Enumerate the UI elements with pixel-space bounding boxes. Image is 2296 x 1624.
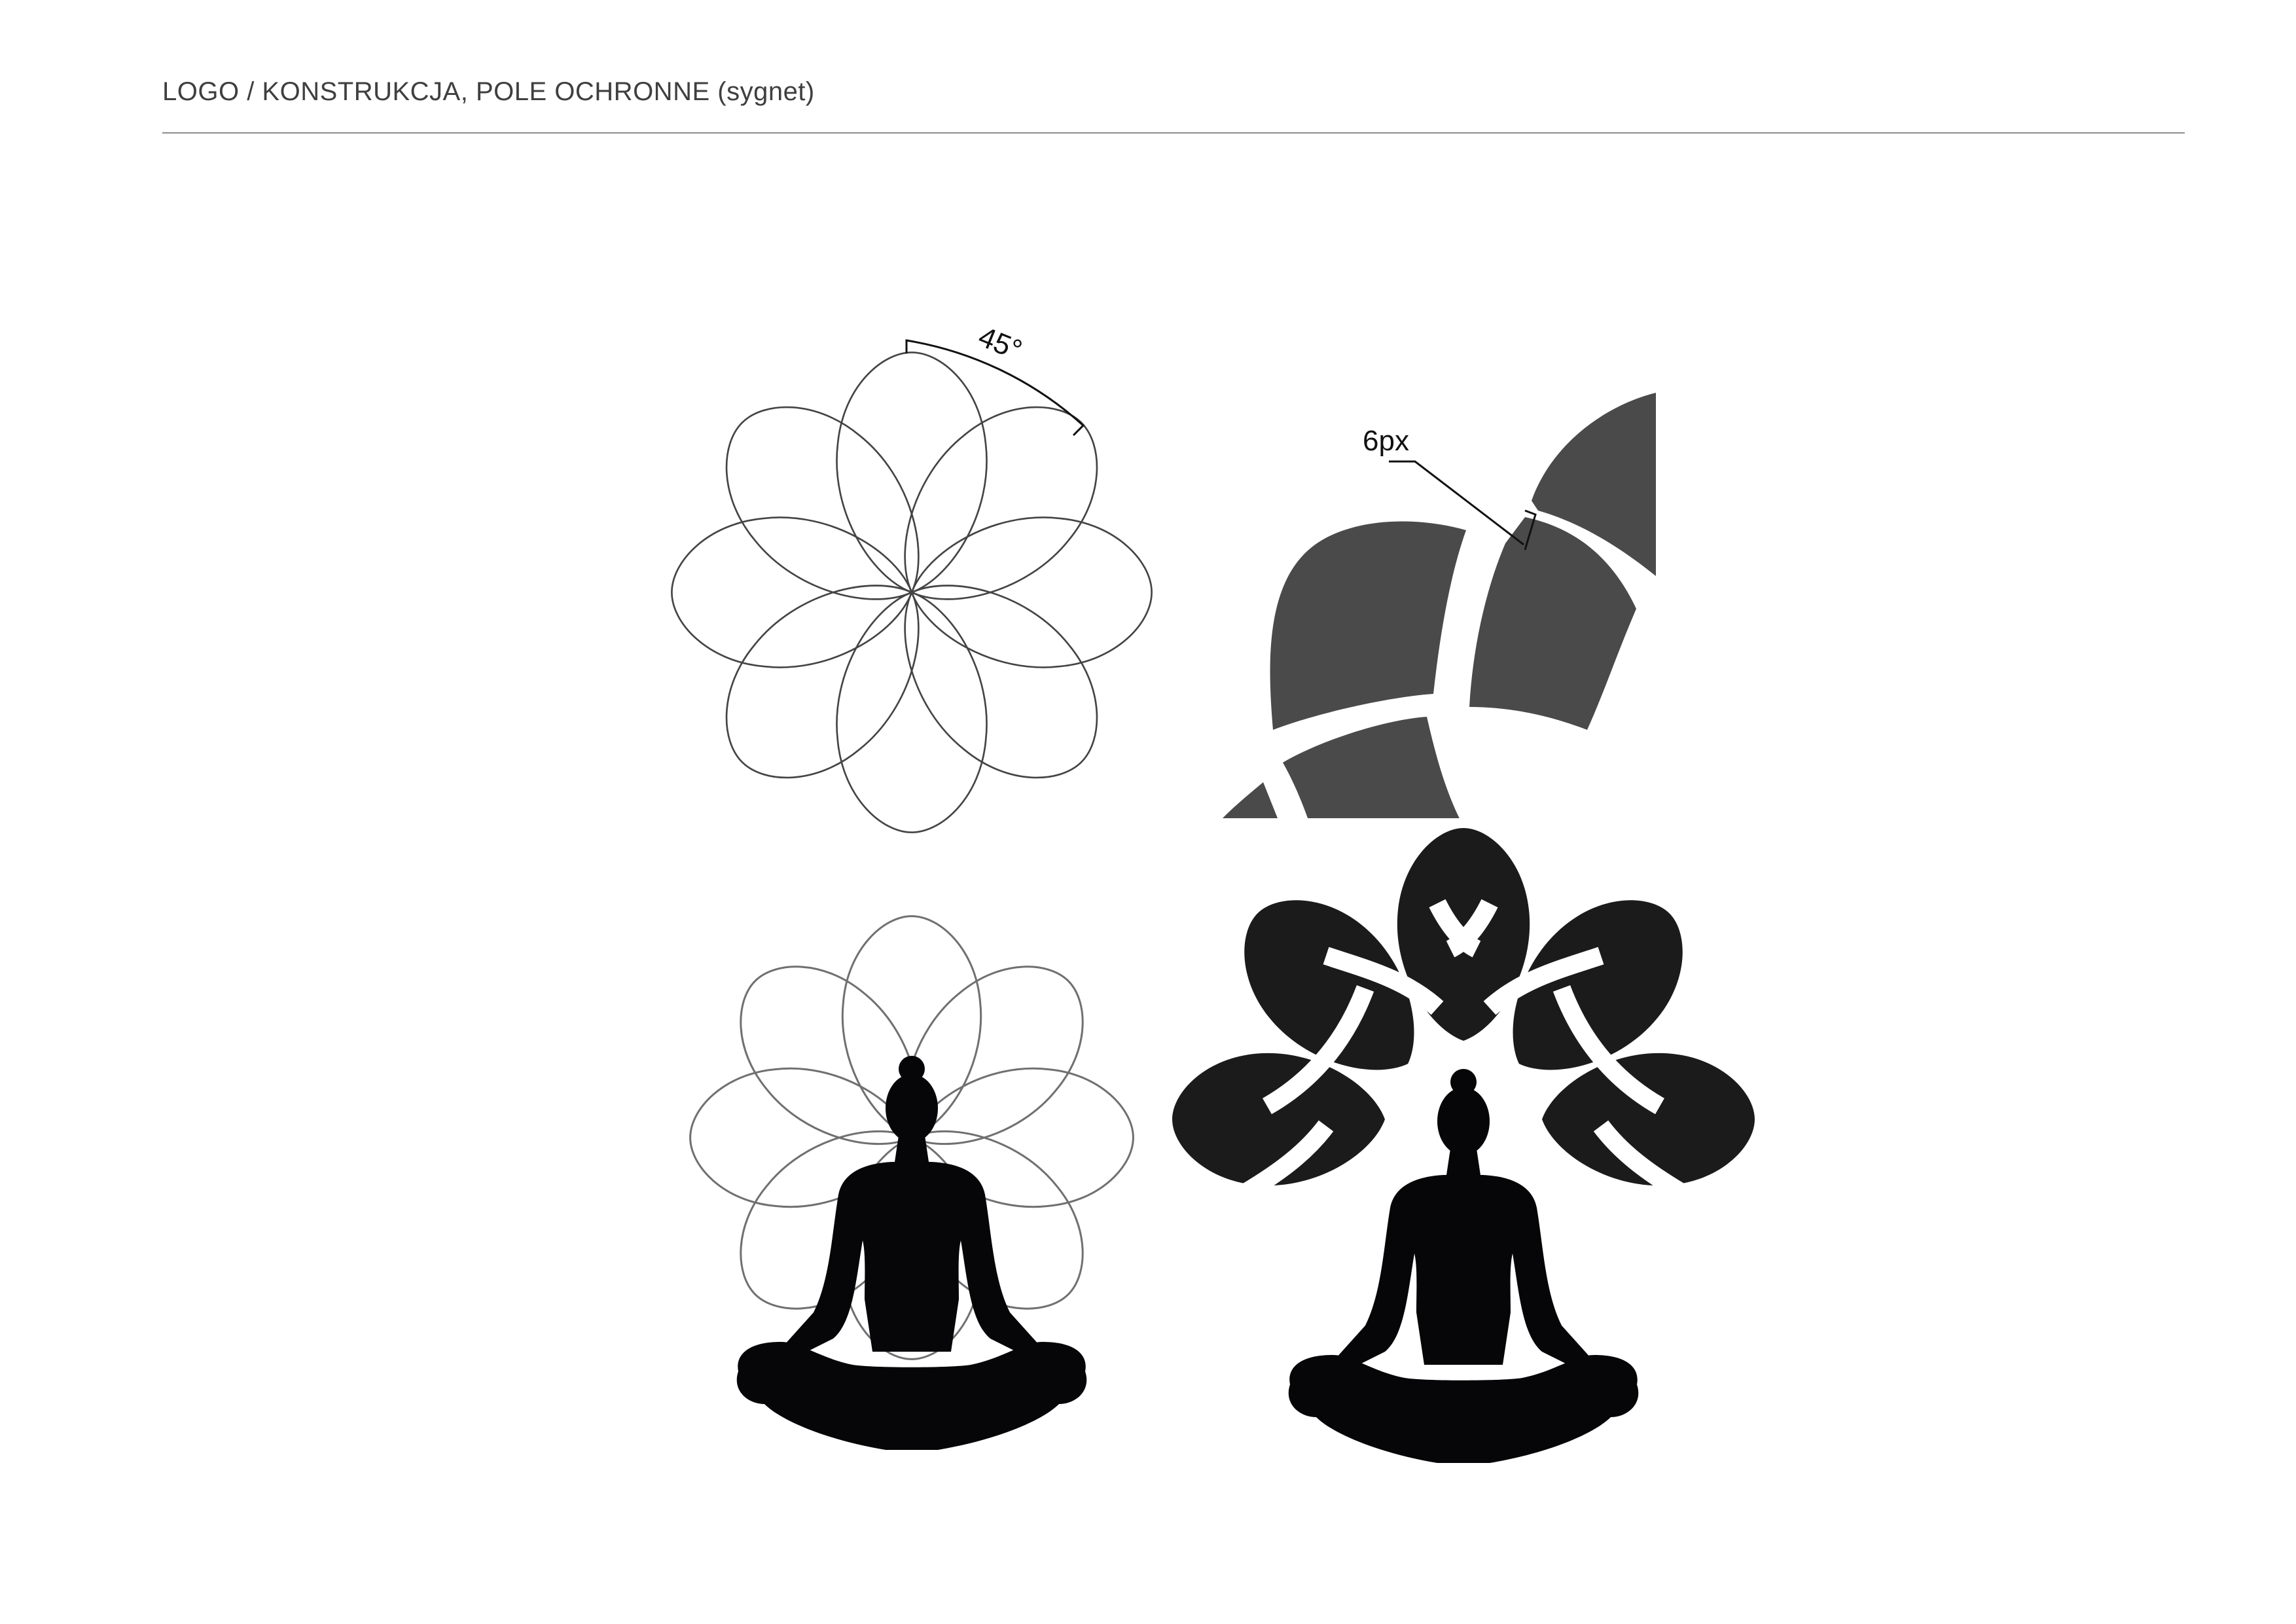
logo-construction-board: 45° 6px: [671, 321, 1755, 1463]
petal-gap-detail-icon: [1222, 393, 1656, 818]
flower-construction-icon: [671, 352, 1153, 833]
lotus-logo-icon: [1172, 828, 1755, 1463]
flower-silhouette-construction: [689, 915, 1134, 1450]
angle-label: 45°: [974, 321, 1026, 367]
meditating-person-icon: [736, 1056, 1087, 1450]
gap-label: 6px: [1363, 425, 1409, 457]
